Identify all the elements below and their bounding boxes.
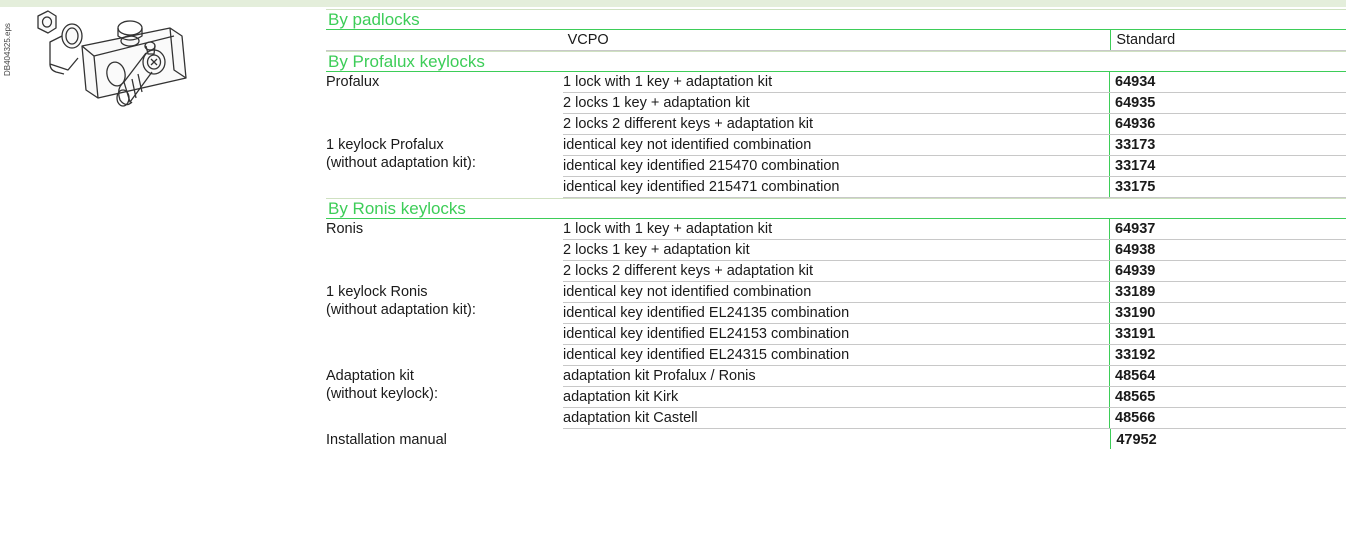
table-row: identical key not identified combination… — [563, 135, 1346, 156]
reference-cell: 64936 — [1109, 114, 1346, 134]
reference-cell: 64935 — [1109, 93, 1346, 113]
description-cell: identical key identified EL24315 combina… — [563, 347, 850, 363]
section-heading-ronis: By Ronis keylocks — [326, 198, 1346, 219]
catalog-table: By padlocks VCPO Standard By Profalux ke… — [326, 9, 1346, 449]
description-cell: 2 locks 1 key + adaptation kit — [563, 95, 750, 111]
group-label: 1 keylock Profalux (without adaptation k… — [326, 137, 476, 171]
reference-cell: 33190 — [1109, 303, 1346, 323]
reference-cell: Standard — [1110, 30, 1346, 50]
row-group: Profalux 1 lock with 1 key + adaptation k… — [326, 72, 1346, 135]
description-cell: adaptation kit Castell — [563, 410, 698, 426]
section-heading-padlocks: By padlocks — [326, 9, 1346, 30]
table-row: VCPO Standard — [326, 30, 1346, 51]
table-row: identical key identified 215470 combinat… — [563, 156, 1346, 177]
reference-cell: 47952 — [1110, 429, 1346, 449]
description-cell: identical key identified 215471 combinat… — [563, 179, 840, 195]
table-row: 1 lock with 1 key + adaptation kit 64934 — [563, 72, 1346, 93]
description-cell: identical key identified 215470 combinat… — [563, 158, 840, 174]
reference-cell: 64939 — [1109, 261, 1346, 281]
table-row: identical key identified EL24153 combina… — [563, 324, 1346, 345]
reference-cell: 33173 — [1109, 135, 1346, 155]
installation-manual-row: Installation manual 47952 — [326, 429, 1346, 449]
table-row: adaptation kit Kirk 48565 — [563, 387, 1346, 408]
table-row: adaptation kit Profalux / Ronis 48564 — [563, 366, 1346, 387]
description-cell: 2 locks 2 different keys + adaptation ki… — [563, 263, 814, 279]
description-cell: adaptation kit Kirk — [563, 389, 679, 405]
table-row: 2 locks 1 key + adaptation kit 64935 — [563, 93, 1346, 114]
ronis-groups: Ronis 1 lock with 1 key + adaptation kit 6… — [326, 219, 1346, 429]
keylock-assembly-illustration — [37, 10, 187, 107]
table-row: identical key identified EL24315 combina… — [563, 345, 1346, 366]
table-row: identical key not identified combination… — [563, 282, 1346, 303]
reference-cell: 33175 — [1109, 177, 1346, 197]
section-heading-profalux: By Profalux keylocks — [326, 51, 1346, 72]
reference-cell: 48565 — [1109, 387, 1346, 407]
reference-cell: 33192 — [1109, 345, 1346, 365]
description-cell: adaptation kit Profalux / Ronis — [563, 368, 756, 384]
table-row: adaptation kit Castell 48566 — [563, 408, 1346, 429]
row-group: 1 keylock Profalux (without adaptation k… — [326, 135, 1346, 198]
table-row: 2 locks 2 different keys + adaptation ki… — [563, 114, 1346, 135]
row-group: Adaptation kit (without keylock): adaptat… — [326, 366, 1346, 429]
reference-cell: 48564 — [1109, 366, 1346, 386]
group-label: Adaptation kit (without keylock): — [326, 368, 439, 402]
reference-cell: 33191 — [1109, 324, 1346, 344]
reference-cell: 48566 — [1109, 408, 1346, 428]
table-row: 1 lock with 1 key + adaptation kit 64937 — [563, 219, 1346, 240]
reference-cell: 64938 — [1109, 240, 1346, 260]
group-label: Ronis — [326, 221, 364, 237]
description-cell: 2 locks 1 key + adaptation kit — [563, 242, 750, 258]
reference-cell: 64934 — [1109, 72, 1346, 92]
group-label: 1 keylock Ronis (without adaptation kit)… — [326, 284, 476, 318]
table-row: identical key identified EL24135 combina… — [563, 303, 1346, 324]
table-row: 2 locks 1 key + adaptation kit 64938 — [563, 240, 1346, 261]
reference-cell: 64937 — [1109, 219, 1346, 239]
description-cell: identical key not identified combination — [563, 284, 812, 300]
reference-cell: 33189 — [1109, 282, 1346, 302]
profalux-groups: Profalux 1 lock with 1 key + adaptation k… — [326, 72, 1346, 198]
description-cell: VCPO — [567, 32, 609, 48]
description-cell: identical key identified EL24153 combina… — [563, 326, 850, 342]
row-group: Ronis 1 lock with 1 key + adaptation kit 6… — [326, 219, 1346, 282]
description-cell: 2 locks 2 different keys + adaptation ki… — [563, 116, 814, 132]
description-cell: 1 lock with 1 key + adaptation kit — [563, 221, 773, 237]
group-label: Profalux — [326, 74, 380, 90]
table-row: 2 locks 2 different keys + adaptation ki… — [563, 261, 1346, 282]
row-group: 1 keylock Ronis (without adaptation kit)… — [326, 282, 1346, 366]
description-cell: identical key identified EL24135 combina… — [563, 305, 850, 321]
description-cell: identical key not identified combination — [563, 137, 812, 153]
description-cell: 1 lock with 1 key + adaptation kit — [563, 74, 773, 90]
top-band — [0, 0, 1346, 7]
reference-cell: 33174 — [1109, 156, 1346, 176]
manual-label: Installation manual — [326, 432, 447, 448]
figure-code: DB404325.eps — [3, 23, 12, 76]
table-row: identical key identified 215471 combinat… — [563, 177, 1346, 198]
